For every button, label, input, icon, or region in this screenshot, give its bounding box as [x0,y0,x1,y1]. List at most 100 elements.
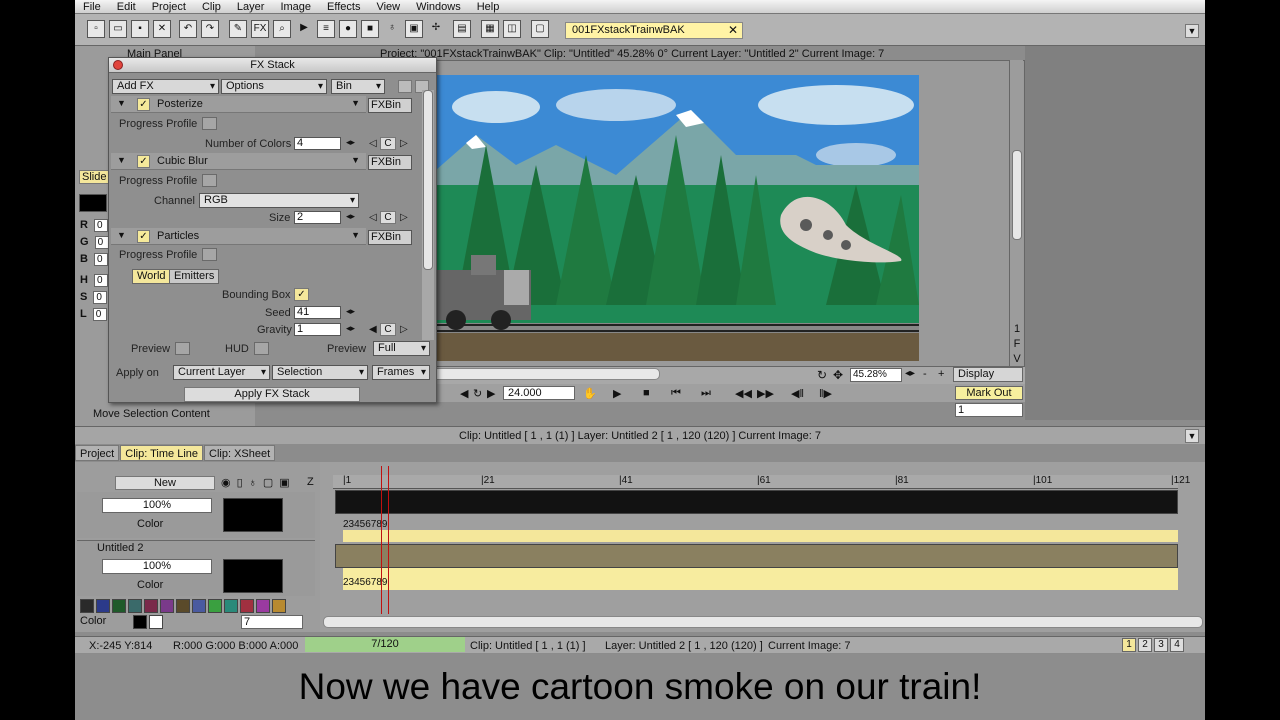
new-layer-button[interactable]: New [115,476,215,490]
timeline-ruler[interactable]: |1 |21 |41 |61 |81 |101 |121 [333,475,1190,489]
undo-icon[interactable]: ↶ [179,20,197,38]
page-3-button[interactable]: 3 [1154,638,1168,652]
size-input[interactable]: 2 [294,211,341,224]
close-panel-icon[interactable] [113,60,123,70]
color-swatch[interactable] [272,599,286,613]
play-icon[interactable]: ▶ [613,387,621,400]
zoom-arrows-icon[interactable]: ◂▸ [905,368,915,379]
colors-input[interactable]: 4 [294,137,341,150]
menu-layer[interactable]: Layer [229,1,273,13]
color-swatch[interactable] [96,599,110,613]
selection-dropdown[interactable]: Selection [272,365,368,380]
menu-help[interactable]: Help [469,1,508,13]
preview-mode-dropdown[interactable]: Full [373,341,430,356]
step-forward-icon[interactable]: ‖▶ [819,387,832,400]
go-start-icon[interactable]: ⏮ [671,387,681,400]
cubic-blur-progress-checkbox[interactable] [202,174,217,187]
fast-forward-icon[interactable]: ▶▶ [757,387,774,400]
color-swatch[interactable] [160,599,174,613]
r-value-input[interactable]: 0 [93,219,108,232]
cubic-blur-header[interactable]: ▼ ✓ Cubic Blur ▼ [111,153,366,170]
posterize-next-key-icon[interactable]: ▷ [400,138,408,149]
size-stepper-icon[interactable]: ◂▸ [346,211,355,222]
bin-dropdown[interactable]: Bin [331,79,385,94]
colors-stepper-icon[interactable]: ◂▸ [346,137,355,148]
color-swatch[interactable] [256,599,270,613]
mark-out-button[interactable]: Mark Out [955,386,1023,400]
menu-windows[interactable]: Windows [408,1,469,13]
seed-stepper-icon[interactable]: ◂▸ [346,306,355,317]
color-swatch[interactable] [80,599,94,613]
slide-button[interactable]: Slide [79,170,109,184]
prev-frame-icon[interactable]: ◀ [460,387,468,400]
color-swatch[interactable] [128,599,142,613]
menu-effects[interactable]: Effects [319,1,368,13]
fx-scroll-thumb[interactable] [423,90,433,270]
page-2-button[interactable]: 2 [1138,638,1152,652]
zoom-in-button[interactable]: + [938,368,944,380]
menu-edit[interactable]: Edit [109,1,144,13]
posterize-progress-checkbox[interactable] [202,117,217,130]
play-small-icon[interactable]: ▶ [295,20,313,38]
frame-input[interactable]: 1 [955,403,1023,417]
particles-header[interactable]: ▼ ✓ Particles ▼ [111,228,366,245]
cubic-blur-enable-checkbox[interactable]: ✓ [137,155,150,168]
expand-triangle-icon[interactable]: ▼ [117,155,126,165]
particles-prev-key-icon[interactable]: ◀ [369,324,377,335]
zoom-icon[interactable]: ⌕ [273,20,291,38]
color-swatch[interactable] [144,599,158,613]
l-value-input[interactable]: 0 [92,308,107,321]
page-1-button[interactable]: 1 [1122,638,1136,652]
frames-dropdown[interactable]: Frames [372,365,430,380]
monitor-icon[interactable]: ▢ [531,20,549,38]
light-bulb-icon[interactable]: ♁ [383,20,401,38]
posterize-prev-key-icon[interactable]: ◁ [369,138,377,149]
gradient-icon[interactable]: ■ [361,20,379,38]
world-tab[interactable]: World [132,269,171,284]
bbox-checkbox[interactable]: ✓ [294,288,309,301]
apply-fx-stack-button[interactable]: Apply FX Stack [184,387,360,402]
display-dropdown[interactable]: Display [953,367,1023,382]
layer-row-1[interactable]: 100% Color [77,492,315,538]
options-dropdown[interactable]: Options [221,79,327,94]
tab-xsheet[interactable]: Clip: XSheet [204,445,276,461]
brush-tool-icon[interactable]: ✎ [229,20,247,38]
g-value-input[interactable]: 0 [94,236,109,249]
loop-icon[interactable]: ↻ [473,387,482,400]
blur-next-key-icon[interactable]: ▷ [400,212,408,223]
particles-next-key-icon[interactable]: ▷ [400,324,408,335]
fx-button[interactable]: FX [251,20,269,38]
menu-clip[interactable]: Clip [194,1,229,13]
posterize-header[interactable]: ▼ ✓ Posterize ▼ [111,96,366,113]
refresh-icon[interactable]: ↻ [817,368,827,382]
posterize-c-button[interactable]: C [380,137,396,150]
close-doc-icon[interactable]: ✕ [153,20,171,38]
color-swatch[interactable] [112,599,126,613]
center-icon[interactable]: ✥ [833,368,843,382]
zoom-input[interactable]: 45.28% [850,368,902,382]
zoom-out-button[interactable]: - [923,368,927,380]
bg-color-swatch[interactable] [149,615,163,629]
channel-dropdown[interactable]: RGB [199,193,359,208]
color-swatch[interactable] [176,599,190,613]
picture-icon[interactable]: ▣ [405,20,423,38]
layer-2-name[interactable]: Untitled 2 [97,542,143,554]
expand-triangle-icon[interactable]: ▼ [117,230,126,240]
playhead[interactable] [381,466,389,614]
stop-icon[interactable]: ■ [643,387,650,399]
blur-prev-key-icon[interactable]: ◁ [369,212,377,223]
preview-checkbox[interactable] [175,342,190,355]
fps-dropdown[interactable]: 24.000 [503,386,575,400]
timeline-scrollbar[interactable] [323,616,1203,628]
grid-icon[interactable]: ▦ [481,20,499,38]
emitters-tab[interactable]: Emitters [169,269,220,284]
layer-1-mode[interactable]: Color [137,518,163,530]
posterize-enable-checkbox[interactable]: ✓ [137,98,150,111]
hand-icon[interactable]: ✋ [583,387,597,400]
posterize-menu-icon[interactable]: ▼ [351,98,360,108]
layer-2-mode[interactable]: Color [137,579,163,591]
fg-color-swatch[interactable] [133,615,147,629]
gravity-stepper-icon[interactable]: ◂▸ [346,323,355,334]
menu-project[interactable]: Project [144,1,194,13]
layer-row-2[interactable]: Untitled 2 100% Color [77,540,315,596]
